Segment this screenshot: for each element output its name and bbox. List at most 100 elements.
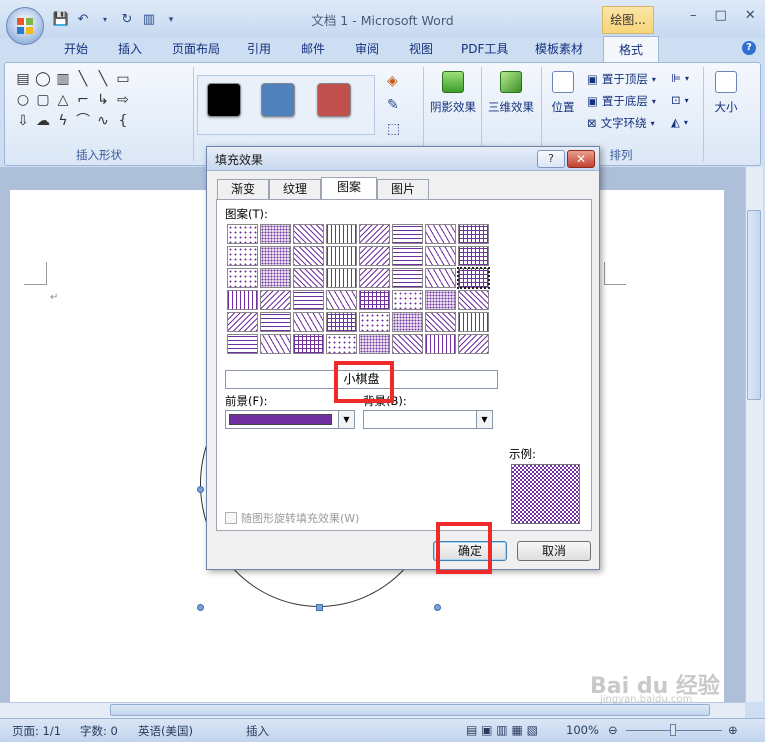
dialog-title-bar[interactable]: 填充效果 ? ✕ — [207, 147, 599, 171]
pattern-swatch[interactable] — [359, 334, 390, 354]
pattern-swatch[interactable] — [326, 334, 357, 354]
fill-bucket-icon[interactable]: ◈ — [387, 73, 398, 89]
tab-page-layout[interactable]: 页面布局 — [172, 40, 220, 57]
pattern-swatch[interactable] — [359, 268, 390, 288]
pattern-swatch[interactable] — [260, 334, 291, 354]
pattern-swatch[interactable] — [326, 268, 357, 288]
tab-pattern[interactable]: 图案 — [321, 177, 377, 200]
elbow-icon[interactable]: ⌐ — [73, 90, 93, 111]
rotate-button[interactable]: ◭ ▾ — [671, 115, 688, 129]
tab-mailings[interactable]: 邮件 — [301, 40, 325, 57]
pattern-swatch[interactable] — [293, 246, 324, 266]
shadow-effects-button[interactable]: 阴影效果 — [427, 71, 479, 115]
resize-handle[interactable] — [316, 604, 323, 611]
pattern-swatch[interactable] — [392, 224, 423, 244]
help-icon[interactable]: ? — [742, 41, 756, 55]
pattern-swatch[interactable] — [359, 224, 390, 244]
pattern-swatch[interactable] — [326, 290, 357, 310]
pattern-swatch[interactable] — [359, 246, 390, 266]
status-words[interactable]: 字数: 0 — [80, 723, 118, 739]
pattern-swatch[interactable] — [359, 312, 390, 332]
style-swatch-red[interactable] — [317, 83, 351, 117]
pen-icon[interactable]: ✎ — [387, 97, 399, 113]
pattern-swatch[interactable] — [260, 224, 291, 244]
zoom-in-icon[interactable]: ⊕ — [728, 723, 738, 737]
pattern-swatch[interactable] — [227, 224, 258, 244]
dialog-help-button[interactable]: ? — [537, 150, 565, 168]
status-language[interactable]: 英语(美国) — [138, 723, 193, 739]
triangle-icon[interactable]: △ — [53, 90, 73, 111]
tab-format[interactable]: 格式 — [603, 36, 659, 64]
position-button[interactable]: 位置 — [545, 71, 581, 115]
pattern-swatch[interactable] — [293, 334, 324, 354]
zoom-level[interactable]: 100% — [566, 723, 599, 737]
pattern-swatch[interactable] — [458, 246, 489, 266]
tab-templates[interactable]: 模板素材 — [535, 40, 583, 57]
pattern-swatch[interactable] — [425, 224, 456, 244]
elbow-arrow-icon[interactable]: ↳ — [93, 90, 113, 111]
pattern-swatch[interactable] — [326, 224, 357, 244]
pattern-swatch[interactable] — [293, 268, 324, 288]
line-icon[interactable]: ╲ — [73, 69, 93, 90]
pattern-swatch[interactable] — [458, 312, 489, 332]
pattern-swatch[interactable] — [227, 290, 258, 310]
resize-handle[interactable] — [434, 604, 441, 611]
rectangle-icon[interactable]: ▭ — [113, 69, 133, 90]
tab-picture[interactable]: 图片 — [377, 179, 429, 199]
pattern-swatch[interactable] — [458, 224, 489, 244]
resize-handle[interactable] — [197, 604, 204, 611]
pattern-swatch[interactable] — [260, 290, 291, 310]
zoom-slider-thumb[interactable] — [670, 724, 676, 736]
minimize-button[interactable]: – — [690, 8, 697, 23]
pattern-swatch[interactable] — [227, 246, 258, 266]
pattern-swatch[interactable] — [326, 312, 357, 332]
size-button[interactable]: 大小 — [707, 71, 745, 115]
arc-icon[interactable]: ⌒ — [73, 111, 93, 132]
pattern-swatch[interactable] — [227, 334, 258, 354]
pattern-swatch[interactable] — [326, 246, 357, 266]
bring-to-front-button[interactable]: ▣ 置于顶层 ▾ — [587, 71, 656, 87]
group-button[interactable]: ⊡ ▾ — [671, 93, 689, 107]
brace-icon[interactable]: { — [113, 111, 133, 132]
tab-insert[interactable]: 插入 — [118, 40, 142, 57]
pattern-swatch[interactable] — [458, 290, 489, 310]
right-arrow-icon[interactable]: ⇨ — [113, 90, 133, 111]
pattern-swatch[interactable] — [425, 268, 456, 288]
cancel-button[interactable]: 取消 — [517, 541, 591, 561]
pattern-swatch[interactable] — [425, 290, 456, 310]
down-arrow-icon[interactable]: ⇩ — [13, 111, 33, 132]
maximize-button[interactable]: □ — [715, 8, 727, 23]
pattern-swatch[interactable] — [260, 312, 291, 332]
tab-gradient[interactable]: 渐变 — [217, 179, 269, 199]
line2-icon[interactable]: ╲ — [93, 69, 113, 90]
resize-handle[interactable] — [197, 486, 204, 493]
pattern-swatch[interactable] — [425, 312, 456, 332]
view-buttons-icon[interactable]: ▤ ▣ ▥ ▦ ▧ — [466, 723, 538, 737]
curve-icon[interactable]: ∿ — [93, 111, 113, 132]
close-button[interactable]: ✕ — [745, 8, 756, 23]
oval-icon[interactable]: ◯ — [33, 69, 53, 90]
pattern-swatch[interactable] — [392, 334, 423, 354]
pattern-swatch[interactable] — [458, 334, 489, 354]
pattern-swatch[interactable] — [425, 246, 456, 266]
tab-view[interactable]: 视图 — [409, 40, 433, 57]
lightning-icon[interactable]: ϟ — [53, 111, 73, 132]
dialog-close-button[interactable]: ✕ — [567, 150, 595, 168]
rotate-with-shape-checkbox[interactable]: 随图形旋转填充效果(W) — [225, 510, 359, 526]
pattern-swatch[interactable] — [227, 268, 258, 288]
tab-pdf-tools[interactable]: PDF工具 — [461, 40, 508, 57]
pattern-swatch[interactable] — [260, 246, 291, 266]
zoom-out-icon[interactable]: ⊖ — [608, 723, 618, 737]
style-swatch-black[interactable] — [207, 83, 241, 117]
tab-texture[interactable]: 纹理 — [269, 179, 321, 199]
cloud-icon[interactable]: ☁ — [33, 111, 53, 132]
status-mode[interactable]: 插入 — [246, 723, 269, 739]
send-to-back-button[interactable]: ▣ 置于底层 ▾ — [587, 93, 656, 109]
align-button[interactable]: ⊫ ▾ — [671, 71, 689, 85]
tab-references[interactable]: 引用 — [247, 40, 271, 57]
style-swatch-blue[interactable] — [261, 83, 295, 117]
textbox-icon[interactable]: ▤ — [13, 69, 33, 90]
pattern-swatch[interactable] — [227, 312, 258, 332]
pattern-swatch[interactable] — [392, 268, 423, 288]
status-page[interactable]: 页面: 1/1 — [12, 723, 61, 739]
